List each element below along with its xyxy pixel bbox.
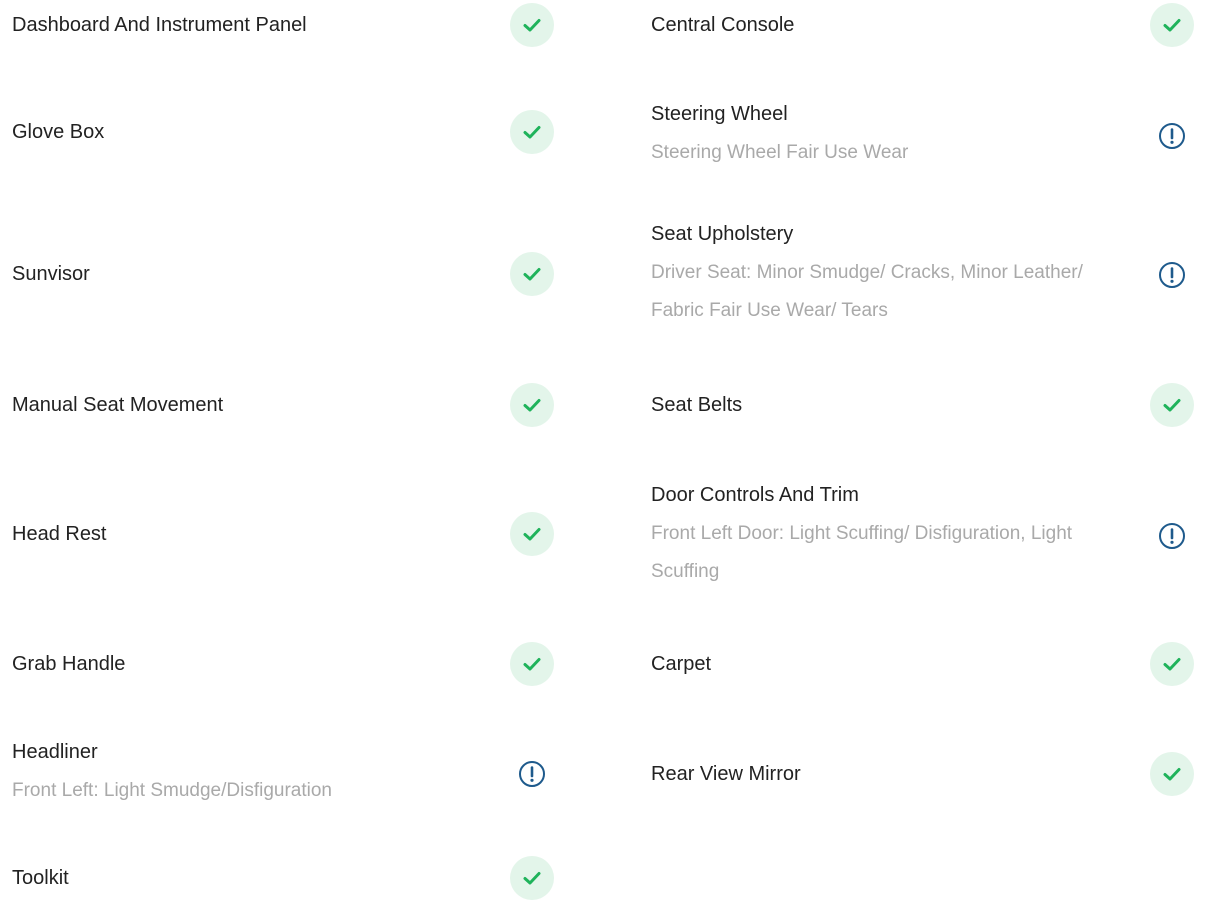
- inspection-item-rear-view-mirror: Rear View Mirror: [651, 752, 1194, 796]
- item-label: Grab Handle: [12, 653, 126, 675]
- inspection-item-carpet: Carpet: [651, 642, 1194, 686]
- status-ok: [510, 642, 554, 686]
- item-label: Seat Belts: [651, 394, 743, 416]
- inspection-item-central-console: Central Console: [651, 3, 1194, 47]
- item-label: Steering Wheel: [651, 103, 788, 125]
- status-warning: [1150, 514, 1194, 558]
- status-ok: [1150, 3, 1194, 47]
- item-label: Central Console: [651, 14, 795, 36]
- status-ok: [510, 383, 554, 427]
- check-icon: [523, 126, 541, 139]
- status-ok: [510, 3, 554, 47]
- item-note: Front Left: Light Smudge/Disfiguration: [12, 780, 333, 801]
- item-label: Sunvisor: [12, 263, 90, 285]
- item-label: Seat Upholstery: [651, 223, 794, 245]
- inspection-item-head-rest: Head Rest: [12, 512, 554, 556]
- status-warning: [1150, 253, 1194, 297]
- check-icon: [523, 872, 541, 885]
- status-ok: [1150, 383, 1194, 427]
- exclamation-circle-icon: [1159, 523, 1185, 549]
- check-icon: [523, 268, 541, 281]
- check-icon: [523, 399, 541, 412]
- inspection-item-glove-box: Glove Box: [12, 110, 554, 154]
- item-note: Steering Wheel Fair Use Wear: [651, 142, 909, 163]
- check-icon: [523, 19, 541, 32]
- status-warning: [1150, 114, 1194, 158]
- inspection-item-seat-belts: Seat Belts: [651, 383, 1194, 427]
- exclamation-circle-icon: [1159, 123, 1185, 149]
- check-icon: [1163, 658, 1181, 671]
- item-label: Toolkit: [12, 867, 69, 889]
- inspection-item-grab-handle: Grab Handle: [12, 642, 554, 686]
- item-label: Glove Box: [12, 121, 105, 143]
- inspection-item-dashboard: Dashboard And Instrument Panel: [12, 3, 554, 47]
- item-label: Carpet: [651, 653, 712, 675]
- inspection-item-toolkit: Toolkit: [12, 856, 554, 900]
- exclamation-circle-icon: [519, 761, 545, 787]
- inspection-item-door-controls: Door Controls And Trim Front Left Door: …: [651, 474, 1194, 598]
- status-ok: [510, 252, 554, 296]
- status-ok: [510, 512, 554, 556]
- inspection-item-seat-upholstery: Seat Upholstery Driver Seat: Minor Smudg…: [651, 215, 1194, 335]
- inspection-item-manual-seat-movement: Manual Seat Movement: [12, 383, 554, 427]
- status-ok: [1150, 642, 1194, 686]
- check-icon: [523, 658, 541, 671]
- check-icon: [1163, 19, 1181, 32]
- status-ok: [510, 856, 554, 900]
- item-note: Driver Seat: Minor Smudge/ Cracks, Minor…: [651, 262, 1083, 321]
- inspection-item-headliner: Headliner Front Left: Light Smudge/Disfi…: [12, 734, 554, 814]
- item-label: Head Rest: [12, 523, 107, 545]
- check-icon: [1163, 768, 1181, 781]
- inspection-item-steering-wheel: Steering Wheel Steering Wheel Fair Use W…: [651, 96, 1194, 176]
- item-label: Dashboard And Instrument Panel: [12, 14, 307, 36]
- check-icon: [523, 528, 541, 541]
- item-label: Door Controls And Trim: [651, 484, 859, 506]
- status-ok: [510, 110, 554, 154]
- status-warning: [510, 752, 554, 796]
- exclamation-circle-icon: [1159, 262, 1185, 288]
- inspection-item-sunvisor: Sunvisor: [12, 252, 554, 296]
- check-icon: [1163, 399, 1181, 412]
- item-label: Manual Seat Movement: [12, 394, 224, 416]
- item-label: Headliner: [12, 741, 98, 763]
- item-note: Front Left Door: Light Scuffing/ Disfigu…: [651, 523, 1073, 582]
- item-label: Rear View Mirror: [651, 763, 801, 785]
- status-ok: [1150, 752, 1194, 796]
